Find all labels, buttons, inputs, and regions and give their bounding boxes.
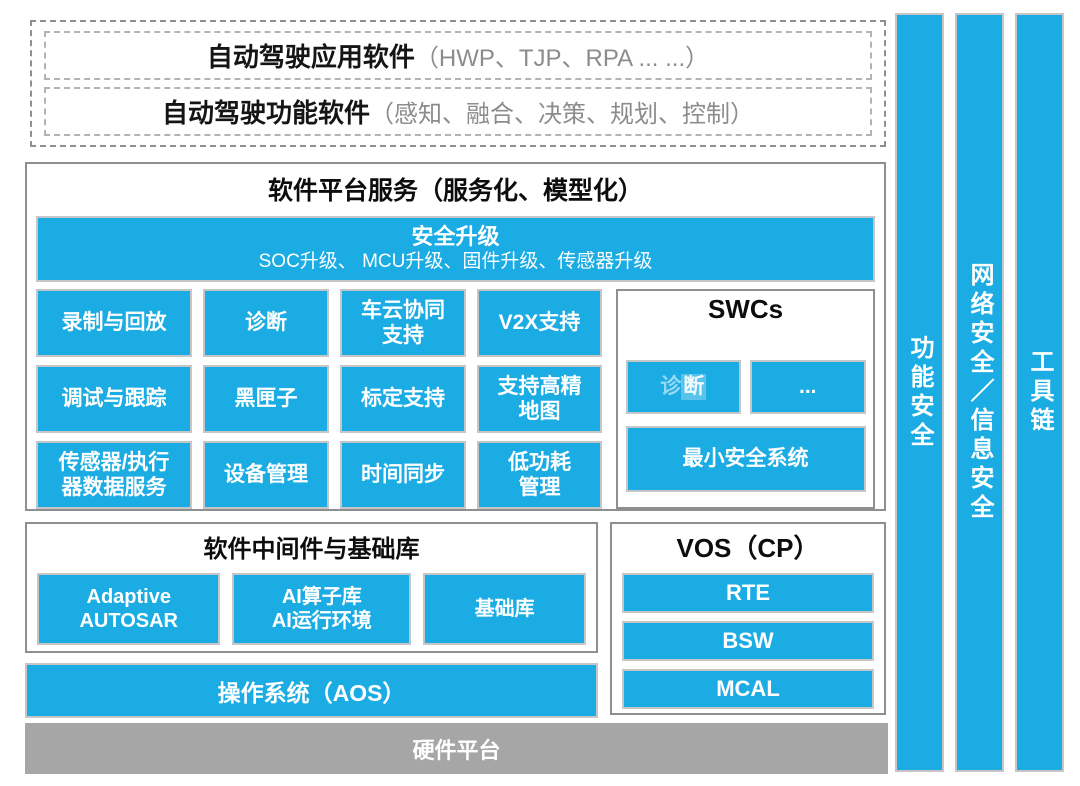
- middleware-title: 软件中间件与基础库: [27, 529, 596, 564]
- platform-services-section: 软件平台服务（服务化、模型化） 安全升级 SOC升级、 MCU升级、固件升级、传…: [25, 162, 886, 511]
- service-vehicle-cloud-support: 车云协同 支持: [340, 289, 466, 357]
- swcs-title: SWCs: [708, 294, 783, 325]
- swcs-section: SWCs 诊断 ... 最小安全系统: [616, 289, 875, 509]
- architecture-diagram: 自动驾驶应用软件 （HWP、TJP、RPA ... ...） 自动驾驶功能软件 …: [0, 0, 1080, 786]
- ad-application-title: 自动驾驶应用软件: [207, 37, 415, 74]
- swcs-diagnosis-char-2: 断: [681, 374, 706, 399]
- vos-rte-block: RTE: [622, 573, 874, 613]
- service-calibration-support: 标定支持: [340, 365, 466, 433]
- vos-mcal-block: MCAL: [622, 669, 874, 709]
- ad-application-software-layer: 自动驾驶应用软件 （HWP、TJP、RPA ... ...）: [44, 31, 872, 80]
- ad-function-title: 自动驾驶功能软件: [162, 93, 370, 130]
- ad-software-group: 自动驾驶应用软件 （HWP、TJP、RPA ... ...） 自动驾驶功能软件 …: [30, 20, 886, 147]
- minimal-safety-system-block: 最小安全系统: [626, 426, 866, 492]
- middleware-section: 软件中间件与基础库 Adaptive AUTOSAR AI算子库 AI运行环境 …: [25, 522, 598, 653]
- platform-services-area: 录制与回放 诊断 车云协同 支持 V2X支持 调试与跟踪 黑匣子 标定支持 支持…: [36, 289, 875, 509]
- service-v2x-support: V2X支持: [477, 289, 602, 357]
- service-device-management: 设备管理: [203, 441, 329, 509]
- vos-title: VOS（CP）: [676, 528, 819, 565]
- sidebar-network-information-security: 网络安全／信息安全: [955, 13, 1004, 772]
- ad-function-software-layer: 自动驾驶功能软件 （感知、融合、决策、规划、控制）: [44, 87, 872, 136]
- hardware-platform-block: 硬件平台: [25, 723, 888, 774]
- swcs-diagnosis-char-1: 诊: [660, 374, 681, 399]
- service-black-box: 黑匣子: [203, 365, 329, 433]
- service-diagnosis: 诊断: [203, 289, 329, 357]
- platform-services-title: 软件平台服务（服务化、模型化）: [27, 171, 884, 207]
- service-debug-trace: 调试与跟踪: [36, 365, 192, 433]
- service-low-power-management: 低功耗 管理: [477, 441, 602, 509]
- vos-section: VOS（CP） RTE BSW MCAL: [610, 522, 886, 715]
- swcs-more-block: ...: [750, 360, 866, 414]
- security-upgrade-subtitle: SOC升级、 MCU升级、固件升级、传感器升级: [259, 251, 653, 274]
- base-library-block: 基础库: [423, 573, 586, 645]
- middleware-item-row: Adaptive AUTOSAR AI算子库 AI运行环境 基础库: [37, 573, 586, 645]
- ad-function-subtitle: （感知、融合、决策、规划、控制）: [370, 94, 754, 129]
- vos-bsw-block: BSW: [622, 621, 874, 661]
- sidebar-functional-safety: 功能安全: [895, 13, 944, 772]
- platform-services-grid: 录制与回放 诊断 车云协同 支持 V2X支持 调试与跟踪 黑匣子 标定支持 支持…: [36, 289, 602, 509]
- sidebar-toolchain: 工具链: [1015, 13, 1064, 772]
- swcs-diagnosis-block: 诊断: [626, 360, 742, 414]
- service-sensor-actuator-data: 传感器/执行 器数据服务: [36, 441, 192, 509]
- swcs-item-row: 诊断 ...: [626, 360, 866, 414]
- aos-operating-system-block: 操作系统（AOS）: [25, 663, 598, 718]
- security-upgrade-block: 安全升级 SOC升级、 MCU升级、固件升级、传感器升级: [36, 216, 875, 282]
- adaptive-autosar-block: Adaptive AUTOSAR: [37, 573, 220, 645]
- service-hd-map-support: 支持高精 地图: [477, 365, 602, 433]
- ad-application-subtitle: （HWP、TJP、RPA ... ...）: [415, 38, 709, 73]
- security-upgrade-title: 安全升级: [411, 224, 499, 250]
- service-time-sync: 时间同步: [340, 441, 466, 509]
- ai-operator-runtime-block: AI算子库 AI运行环境: [232, 573, 411, 645]
- service-recording-playback: 录制与回放: [36, 289, 192, 357]
